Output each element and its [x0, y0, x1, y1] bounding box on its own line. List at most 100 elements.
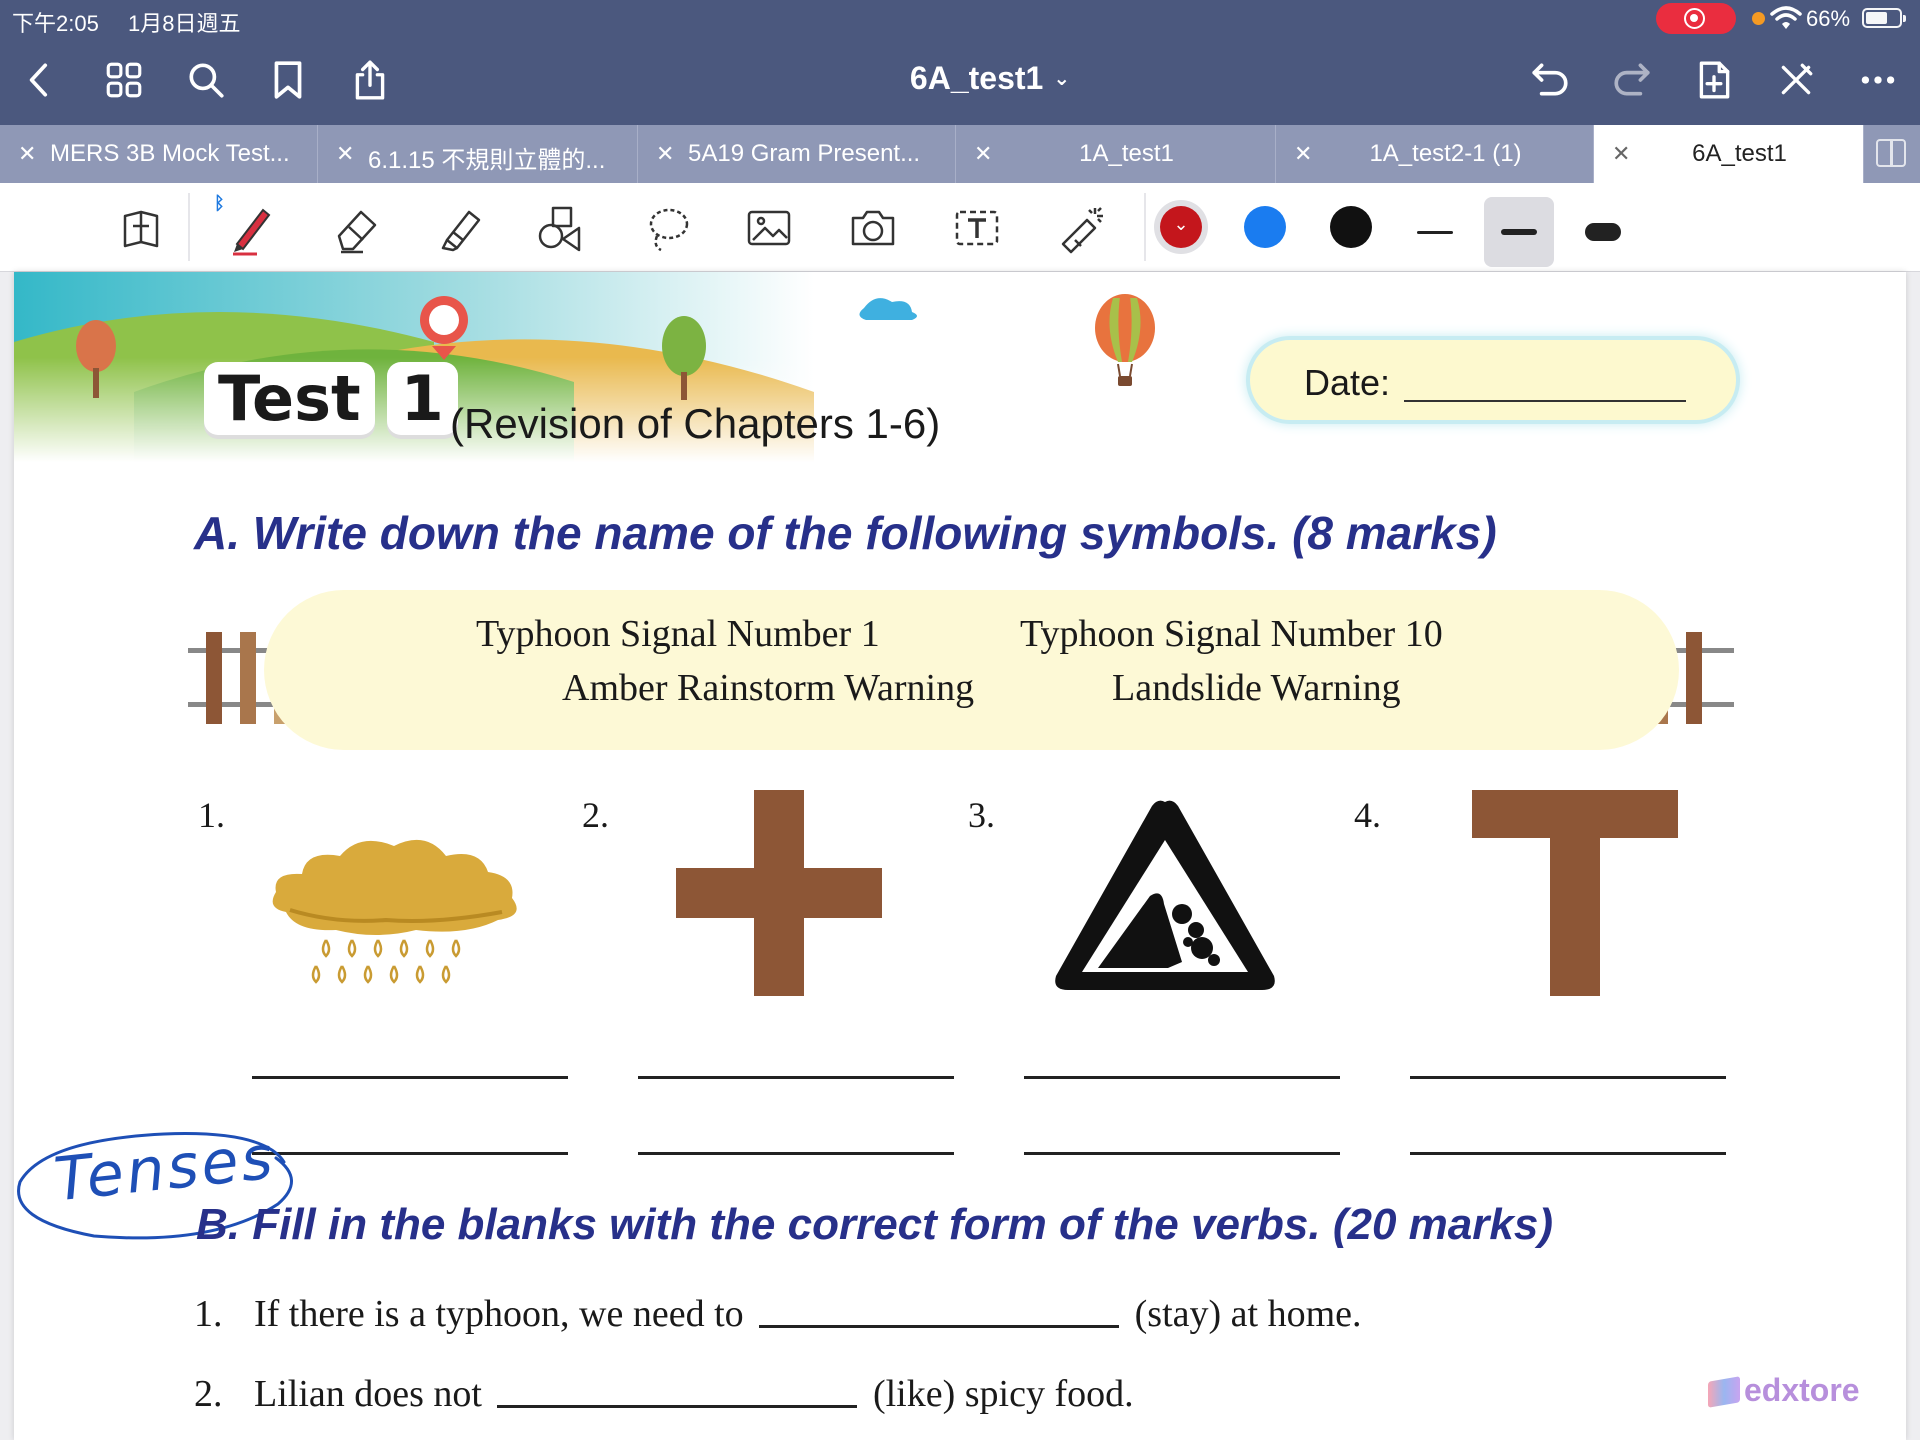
- brand-name: edxtore: [1744, 1372, 1860, 1408]
- status-bar: 下午2:05 1月8日週五 66%: [0, 0, 1920, 38]
- hot-air-balloon-illustration: [1095, 294, 1155, 386]
- reading-mode-icon[interactable]: [110, 199, 172, 257]
- answer-line[interactable]: [1024, 1076, 1340, 1079]
- image-icon[interactable]: [738, 199, 800, 257]
- color-red[interactable]: ⌄: [1160, 206, 1202, 248]
- section-b-heading: B. Fill in the blanks with the correct f…: [196, 1200, 1553, 1249]
- tab-label: 1A_test2-1 (1): [1369, 140, 1522, 167]
- redo-icon[interactable]: [1608, 56, 1656, 104]
- stroke-medium[interactable]: [1484, 197, 1554, 267]
- color-black[interactable]: [1330, 206, 1372, 248]
- grid-view-icon[interactable]: [100, 56, 148, 104]
- tab-1a-test1[interactable]: ✕ 1A_test1: [956, 125, 1276, 183]
- annotation-toolbar: ᛒ ⌄: [0, 183, 1920, 272]
- question-sentence: 1. If there is a typhoon, we need to (st…: [194, 1292, 1362, 1336]
- test-word: Test: [204, 362, 375, 435]
- text-box-icon[interactable]: [946, 199, 1008, 257]
- landslide-warning-symbol: [1055, 800, 1275, 990]
- answer-line[interactable]: [638, 1152, 954, 1155]
- question-sentence: 2. Lilian does not (like) spicy food.: [194, 1372, 1134, 1416]
- battery-icon: [1862, 8, 1906, 28]
- bookmark-icon[interactable]: [264, 56, 312, 104]
- amber-rainstorm-symbol: [272, 839, 517, 984]
- tab-mers-3b[interactable]: ✕ MERS 3B Mock Test...: [0, 125, 318, 183]
- add-page-icon[interactable]: [1690, 56, 1738, 104]
- close-pen-icon[interactable]: [1772, 56, 1820, 104]
- camera-icon[interactable]: [842, 199, 904, 257]
- question-number: 1.: [198, 795, 225, 835]
- fill-blank[interactable]: [759, 1296, 1120, 1328]
- record-icon: [1684, 8, 1705, 29]
- status-date: 1月8日週五: [128, 11, 241, 36]
- sentence-number: 1.: [194, 1293, 223, 1335]
- test-number: 1: [386, 362, 458, 435]
- sentence-before: Lilian does not: [254, 1373, 482, 1415]
- tab-label: 5A19 Gram Present...: [688, 140, 921, 167]
- typhoon-signal-10-symbol: [676, 790, 882, 996]
- tab-label: MERS 3B Mock Test...: [50, 140, 290, 167]
- status-time: 下午2:05: [12, 11, 99, 36]
- answer-line[interactable]: [1024, 1152, 1340, 1155]
- highlighter-icon[interactable]: [430, 199, 492, 257]
- date-field: Date:: [1246, 336, 1740, 424]
- tab-6a-test1[interactable]: ✕ 6A_test1: [1594, 125, 1864, 183]
- worksheet-page[interactable]: Test 1 (Revision of Chapters 1-6) Date: A…: [14, 272, 1906, 1440]
- close-tab-icon[interactable]: ✕: [336, 141, 354, 167]
- more-icon[interactable]: [1854, 56, 1902, 104]
- date-answer-line[interactable]: [1404, 400, 1686, 402]
- share-icon[interactable]: [346, 56, 394, 104]
- fill-blank[interactable]: [497, 1376, 858, 1408]
- bluetooth-icon: ᛒ: [214, 193, 225, 213]
- screen-recording-indicator[interactable]: [1656, 3, 1736, 34]
- word-bank-item: Landslide Warning: [1112, 667, 1401, 709]
- document-title-button[interactable]: 6A_test1 ⌄: [880, 60, 1100, 97]
- document-tabs: ✕ MERS 3B Mock Test... ✕ 6.1.15 不規則立體的..…: [0, 125, 1920, 183]
- shapes-icon[interactable]: [530, 199, 592, 257]
- sentence-after: (like) spicy food.: [872, 1373, 1134, 1415]
- eraser-icon[interactable]: [326, 199, 388, 257]
- document-title: 6A_test1: [909, 60, 1044, 96]
- question-number: 3.: [968, 795, 995, 835]
- word-bank-item: Amber Rainstorm Warning: [562, 667, 975, 709]
- stroke-thin[interactable]: [1400, 197, 1470, 267]
- word-bank: Typhoon Signal Number 1 Typhoon Signal N…: [264, 590, 1679, 750]
- chevron-down-icon: ⌄: [1173, 214, 1189, 234]
- sentence-before: If there is a typhoon, we need to: [254, 1293, 744, 1335]
- pen-icon[interactable]: ᛒ: [214, 193, 282, 257]
- tab-label: 1A_test1: [1079, 140, 1174, 167]
- answer-line[interactable]: [1410, 1152, 1726, 1155]
- test-title: Test 1: [204, 362, 458, 435]
- answer-line[interactable]: [252, 1076, 568, 1079]
- date-label: Date:: [1304, 362, 1391, 403]
- answer-line[interactable]: [638, 1076, 954, 1079]
- tab-5a19[interactable]: ✕ 5A19 Gram Present...: [638, 125, 956, 183]
- answer-line[interactable]: [1410, 1076, 1726, 1079]
- question-number: 4.: [1354, 795, 1381, 835]
- top-bar: 下午2:05 1月8日週五 66% 6A_test1 ⌄: [0, 0, 1920, 125]
- publisher-logo: edxtore: [1708, 1372, 1860, 1409]
- mic-indicator-dot: [1752, 12, 1765, 25]
- stroke-thick[interactable]: [1568, 197, 1638, 267]
- lasso-icon[interactable]: [636, 199, 698, 257]
- chevron-down-icon: ⌄: [1053, 68, 1071, 90]
- tab-1a-test2[interactable]: ✕ 1A_test2-1 (1): [1276, 125, 1594, 183]
- search-icon[interactable]: [182, 56, 230, 104]
- word-bank-item: Typhoon Signal Number 1: [476, 613, 880, 655]
- word-bank-item: Typhoon Signal Number 10: [1020, 613, 1443, 655]
- color-blue[interactable]: [1244, 206, 1286, 248]
- close-tab-icon[interactable]: ✕: [656, 141, 674, 167]
- close-tab-icon[interactable]: ✕: [18, 141, 36, 167]
- back-chevron-icon[interactable]: [16, 56, 64, 104]
- question-number: 2.: [582, 795, 609, 835]
- sentence-number: 2.: [194, 1373, 223, 1415]
- tab-6-1-15[interactable]: ✕ 6.1.15 不規則立體的...: [318, 125, 638, 183]
- tab-label: 6A_test1: [1692, 140, 1787, 167]
- laser-pointer-icon[interactable]: [1050, 199, 1112, 257]
- wifi-icon: [1770, 6, 1802, 29]
- battery-percent: 66%: [1806, 6, 1851, 31]
- split-view-icon[interactable]: [1876, 139, 1906, 167]
- undo-icon[interactable]: [1526, 56, 1574, 104]
- test-subtitle: (Revision of Chapters 1-6): [450, 400, 941, 447]
- book-logo-icon: [1708, 1376, 1740, 1408]
- typhoon-signal-1-symbol: [1472, 790, 1678, 996]
